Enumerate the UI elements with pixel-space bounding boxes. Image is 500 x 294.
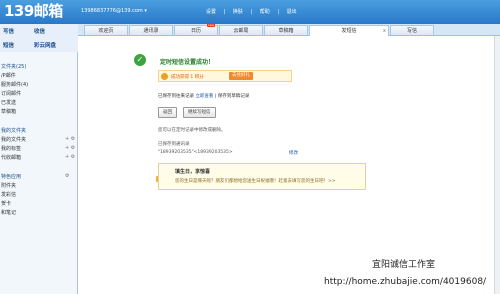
sidebar-item-cards[interactable]: 贺卡 (1, 200, 11, 207)
sidebar-item-notes[interactable]: 和笔记 (1, 209, 16, 216)
redeem-button[interactable]: 去兑好礼 (229, 72, 253, 80)
view-now-link[interactable]: 立即查看 (195, 94, 213, 99)
sidebar-item-service[interactable]: 服务邮件(4) (1, 81, 28, 88)
sidebar-item-vip[interactable]: /P邮件 (1, 72, 16, 79)
birthday-banner[interactable]: 填生日，享惊喜 您的生日是哪天呢？朋友们都想给您送生日祝福哦！赶紧去填写您的生日… (158, 163, 366, 190)
sms-button[interactable]: 短信 (3, 41, 14, 49)
tab-send-sms[interactable]: 发短信 x (309, 25, 389, 36)
add-icon[interactable]: + ⚙ (65, 145, 75, 151)
recipients-value: "18939203535"<18939203535> (158, 150, 233, 155)
receive-button[interactable]: 收信 (34, 27, 45, 35)
saved-line: 已保存到往来记录 立即查看 | 保存到草稿记录 (158, 93, 249, 99)
tab-label: 草稿箱 (278, 28, 294, 34)
separator: | (223, 9, 226, 15)
saved-suffix[interactable]: | 保存到草稿记录 (215, 94, 249, 99)
sidebar-item-folders[interactable]: 文件夹(25) (1, 63, 26, 70)
tab-welcome[interactable]: 欢迎页 (84, 25, 128, 35)
reward-text: 成功获得 1 积分 (171, 75, 204, 80)
tab-label: 云邮局 (233, 28, 249, 34)
continue-sms-button[interactable]: 继续写短信 (183, 107, 216, 118)
separator: | (250, 9, 253, 15)
cloud-disk-button[interactable]: 彩云网盘 (34, 41, 56, 49)
sidebar-item-apps[interactable]: 特色应用 (1, 173, 21, 180)
top-links: 设置 | 换肤 | 帮助 | 退出 (206, 8, 303, 15)
coin-icon (161, 73, 168, 80)
write-button[interactable]: 写信 (3, 27, 14, 35)
add-icon[interactable]: + ⚙ (65, 136, 75, 142)
mail-logo[interactable]: 139邮箱 (4, 2, 63, 20)
sidebar-item-my-folders[interactable]: 我的文件夹 (1, 127, 26, 134)
user-account-menu[interactable]: 13986837776@139.com ▾ (81, 8, 147, 14)
tab-write[interactable]: 写信 (390, 25, 434, 35)
tab-label: 写信 (406, 28, 417, 34)
birthday-title: 填生日，享惊喜 (175, 169, 211, 175)
logout-link[interactable]: 退出 (287, 9, 297, 15)
left-actions: 写信 收信 短信 彩云网盘 (0, 24, 78, 52)
sidebar-item-mms[interactable]: 发彩信 (1, 191, 16, 198)
back-button[interactable]: 返回 (158, 107, 177, 118)
tab-calendar[interactable]: 日历 new (174, 23, 218, 35)
reward-banner: 成功获得 1 积分 去兑好礼 (158, 70, 292, 82)
tab-contacts[interactable]: 通讯录 (129, 25, 173, 35)
watermark-url: http://home.zhubajie.com/4019608/ (324, 277, 487, 287)
watermark-title: 宜阳诚信工作室 (372, 260, 436, 270)
scrollbar[interactable] (494, 36, 500, 294)
birthday-text[interactable]: 您的生日是哪天呢？朋友们都想给您送生日祝福哦！赶紧去填写您的生日吧！>> (175, 178, 336, 184)
close-icon[interactable]: x (383, 26, 386, 36)
skin-link[interactable]: 换肤 (233, 9, 243, 15)
saved-to-label: 已保存到通讯录 (158, 142, 190, 147)
tab-cloud-post[interactable]: 云邮局 (219, 25, 263, 35)
separator: | (277, 9, 280, 15)
tab-label: 通讯录 (143, 28, 159, 34)
success-check-icon: ✓ (134, 54, 146, 66)
help-link[interactable]: 帮助 (260, 9, 270, 15)
sidebar-item-tags[interactable]: 我的标签 (1, 145, 21, 152)
tab-label: 发短信 (341, 28, 357, 34)
gear-icon[interactable]: ⚙ (65, 173, 69, 179)
settings-link[interactable]: 设置 (206, 9, 216, 15)
edit-link[interactable]: 修改 (289, 150, 298, 156)
new-badge: new (206, 23, 215, 27)
saved-prefix: 已保存到往来记录 (158, 94, 194, 99)
tab-label: 日历 (190, 28, 201, 34)
tab-drafts[interactable]: 草稿箱 (264, 25, 308, 35)
sidebar-item-attachments[interactable]: 附件夹 (1, 182, 16, 189)
hint-text: 您可以在定时记录中修改或删除。 (158, 128, 226, 133)
tab-label: 欢迎页 (98, 28, 114, 34)
sidebar: 文件夹(25) /P邮件 服务邮件(4) 订阅邮件 已发送 草稿箱 我的文件夹 … (0, 52, 78, 294)
page-title: 定时短信设置成功！ (160, 59, 215, 66)
sidebar-item-subscribe[interactable]: 订阅邮件 (1, 90, 21, 97)
sidebar-item-sent[interactable]: 已发送 (1, 99, 16, 106)
sidebar-item-my-folders-2[interactable]: 我的文件夹 (1, 136, 26, 143)
sidebar-item-drafts[interactable]: 草稿箱 (1, 108, 16, 115)
top-bar: 139邮箱 13986837776@139.com ▾ 设置 | 换肤 | 帮助… (0, 0, 500, 24)
sidebar-item-proxy[interactable]: 代收邮箱 (1, 154, 21, 161)
add-icon[interactable]: + ⚙ (65, 154, 75, 160)
